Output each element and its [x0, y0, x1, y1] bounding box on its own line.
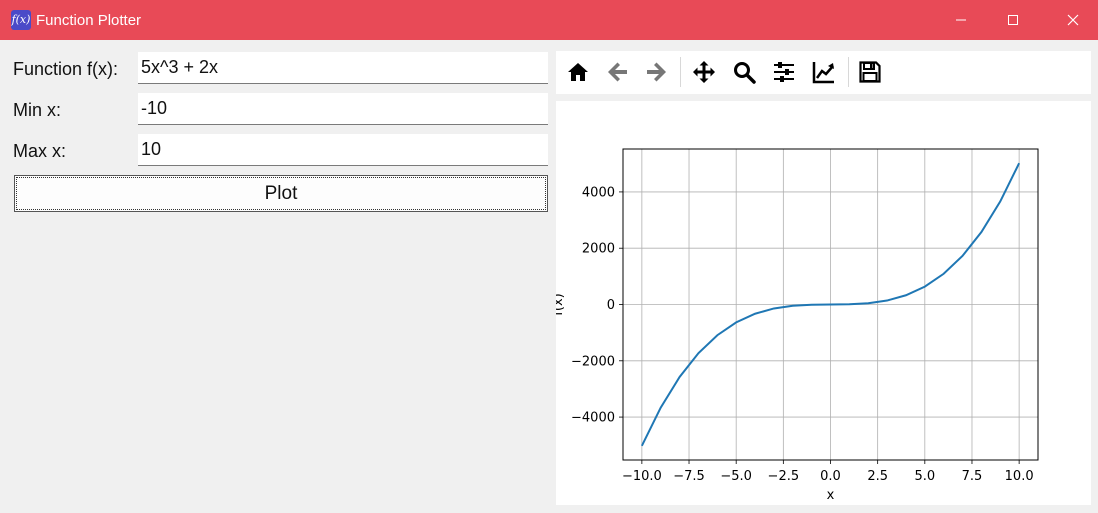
function-input[interactable]	[138, 52, 548, 84]
max-x-label: Max x:	[13, 141, 67, 161]
save-icon	[859, 61, 881, 83]
x-axis-label: x	[827, 488, 835, 503]
function-app-icon: f(x)	[11, 10, 31, 30]
window-title: Function Plotter	[36, 12, 142, 29]
toolbar-separator	[680, 57, 681, 87]
minimize-button[interactable]	[938, 0, 984, 40]
minimize-icon	[956, 19, 966, 21]
maximize-icon	[1008, 15, 1018, 25]
edit-axis-icon	[812, 62, 834, 84]
line-chart: −10.0 −7.5 −5.0 −2.5 0.0 2.5 5.0 7.5 10.0 −4000 −2…	[556, 148, 1039, 503]
y-tick-label: −2000	[571, 354, 615, 369]
configure-subplots-button[interactable]	[769, 57, 799, 87]
close-button[interactable]	[1050, 0, 1096, 40]
close-icon	[1067, 14, 1079, 26]
title-bar[interactable]: f(x) Function Plotter	[0, 0, 1098, 40]
back-arrow-icon	[608, 62, 627, 82]
x-tick-label: −5.0	[720, 469, 752, 484]
min-x-label: Min x:	[13, 100, 62, 120]
configure-subplots-icon	[774, 62, 794, 82]
function-label: Function f(x):	[13, 59, 119, 79]
x-tick-label: −10.0	[622, 469, 662, 484]
x-tick-label: 10.0	[1005, 469, 1034, 484]
y-tick-label: 2000	[582, 242, 615, 257]
zoom-icon	[734, 62, 756, 84]
forward-button[interactable]	[641, 57, 671, 87]
edit-axis-button[interactable]	[809, 57, 839, 87]
plot-canvas[interactable]: −10.0 −7.5 −5.0 −2.5 0.0 2.5 5.0 7.5 10.0 −4000 −2…	[556, 101, 1091, 505]
y-tick-label: 4000	[582, 185, 615, 200]
max-x-input[interactable]	[138, 134, 548, 166]
home-icon	[568, 63, 588, 81]
x-tick-label: 0.0	[820, 469, 841, 484]
pan-button[interactable]	[689, 57, 719, 87]
x-tick-label: −7.5	[673, 469, 705, 484]
plot-toolbar	[556, 51, 1091, 94]
min-x-input[interactable]	[138, 93, 548, 125]
zoom-button[interactable]	[729, 57, 759, 87]
x-tick-label: 7.5	[962, 469, 983, 484]
plot-button[interactable]: Plot	[14, 175, 548, 212]
x-tick-label: 2.5	[867, 469, 888, 484]
home-button[interactable]	[563, 57, 593, 87]
pan-icon	[693, 61, 715, 83]
back-button[interactable]	[603, 57, 633, 87]
y-tick-label: 0	[607, 298, 615, 313]
forward-arrow-icon	[647, 62, 666, 82]
y-axis-label: f(x)	[556, 293, 566, 315]
y-tick-label: −4000	[571, 411, 615, 426]
app-window: f(x) Function Plotter Function f(x): Min…	[0, 0, 1098, 513]
toolbar-separator	[848, 57, 849, 87]
maximize-button[interactable]	[990, 0, 1036, 40]
save-button[interactable]	[855, 57, 885, 87]
x-tick-label: −2.5	[768, 469, 800, 484]
x-tick-label: 5.0	[914, 469, 935, 484]
